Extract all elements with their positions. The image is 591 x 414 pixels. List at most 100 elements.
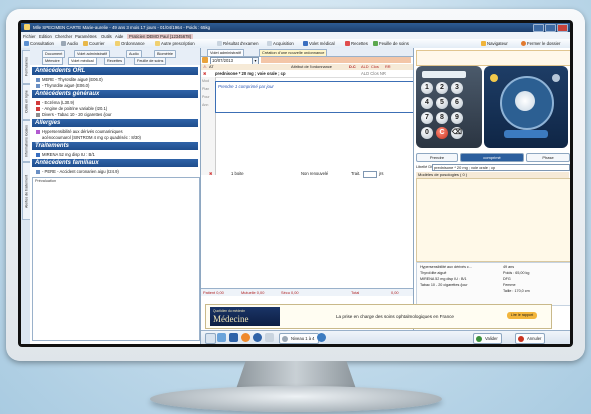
key-6[interactable]: 6 xyxy=(451,97,463,109)
list-item[interactable]: - Angine de poitrine variable (I20.1) xyxy=(36,106,107,111)
menu-aide[interactable]: Aide xyxy=(115,34,123,39)
key-8[interactable]: 8 xyxy=(436,112,448,124)
banner-logo: Quotidien du médecin Médecine xyxy=(210,307,280,326)
left-tab-strip: Document Volet administratif Audio Biomé… xyxy=(30,48,200,65)
tab-nouvelle-ordonnance[interactable]: Création d'une nouvelle ordonnance xyxy=(259,49,328,57)
key-clear[interactable]: C xyxy=(436,127,448,139)
autre-prescription-button[interactable]: Autre prescription xyxy=(155,41,195,46)
audio-button[interactable]: Audio xyxy=(61,41,78,46)
key-9[interactable]: 9 xyxy=(451,112,463,124)
section-antecedents-orl[interactable]: Antécédents ORL xyxy=(32,67,198,75)
list-item[interactable]: MERE - Thyroïdite aiguë (E06.0) xyxy=(36,77,103,82)
menu-outils[interactable]: Outils xyxy=(101,34,112,39)
delete-icon[interactable]: ✖ xyxy=(203,70,207,77)
info-icon[interactable] xyxy=(253,333,262,342)
minimize-button[interactable] xyxy=(533,24,544,32)
section-antecedents-generaux[interactable]: Antécédents généraux xyxy=(32,90,198,98)
save-icon[interactable] xyxy=(229,333,238,342)
quantity-value[interactable]: 1 boite xyxy=(231,170,244,178)
key-0[interactable]: 0 xyxy=(421,127,433,139)
tab-volet-administratif-center[interactable]: Volet administratif xyxy=(207,49,244,57)
level-button[interactable]: Niveau 1 à 4 xyxy=(279,333,319,344)
key-1[interactable]: 1 xyxy=(421,82,433,94)
results-icon xyxy=(217,41,222,46)
total-value: 0,00 xyxy=(391,290,399,295)
alert-item[interactable]: Tabac 10 - 20 cigarettes /jour xyxy=(420,283,468,287)
list-item[interactable]: Hypersensibilité aux dérivés coumariniqu… xyxy=(36,129,123,134)
globe-icon[interactable] xyxy=(317,333,326,342)
list-item[interactable]: Divers - Tabac 10 - 20 cigarettes /jour xyxy=(36,112,112,117)
phase-button[interactable]: Phase xyxy=(526,153,570,162)
logo-title: Médecine xyxy=(213,314,249,324)
feuille-soins-button[interactable]: Feuille de soins xyxy=(373,41,409,46)
validate-button[interactable]: Valider xyxy=(473,333,502,344)
acquisition-button[interactable]: Acquisition xyxy=(267,41,294,46)
menu-edition[interactable]: Edition xyxy=(39,34,52,39)
menu-parametres[interactable]: Paramètres xyxy=(75,34,97,39)
tab-feuille-soins[interactable]: Feuille de soins xyxy=(134,57,167,65)
notes-box[interactable] xyxy=(416,50,570,66)
help-icon[interactable] xyxy=(241,333,250,342)
sun-icon[interactable] xyxy=(490,74,498,82)
cross-icon xyxy=(36,100,40,105)
resultat-examen-button[interactable]: Résultat d'examen xyxy=(217,41,258,46)
key-3[interactable]: 3 xyxy=(451,82,463,94)
list-item[interactable]: - Eczéma (L30.9) xyxy=(36,100,74,105)
scan-icon[interactable] xyxy=(265,333,274,342)
posology-wheel[interactable] xyxy=(484,66,568,148)
recettes-button[interactable]: Recettes xyxy=(345,41,368,46)
key-7[interactable]: 7 xyxy=(421,112,433,124)
section-antecedents-familiaux[interactable]: Antécédents familiaux xyxy=(32,159,198,167)
moon-icon[interactable] xyxy=(552,74,560,82)
section-allergies[interactable]: Allergies xyxy=(32,119,198,127)
close-file-button[interactable]: Fermer le dossier xyxy=(521,41,560,46)
volet-medical-button[interactable]: Volet médical xyxy=(303,41,335,46)
treatment-days-input[interactable] xyxy=(363,171,377,178)
list-item[interactable]: - PERE - Accident coronarien aigu (I24.9… xyxy=(36,169,119,174)
cancel-button[interactable]: Annuler xyxy=(515,333,546,344)
level-icon xyxy=(282,335,288,342)
read-report-button[interactable]: Lire le rapport xyxy=(507,312,537,319)
maximize-button[interactable] xyxy=(545,24,556,32)
remove-line-icon[interactable]: ✖ xyxy=(209,170,213,178)
tab-volet-medical[interactable]: Volet médical xyxy=(68,57,97,65)
alert-item[interactable]: Hypersensibilité aux dérivés c... xyxy=(420,265,472,269)
allergy-icon xyxy=(36,129,40,134)
search-icon[interactable] xyxy=(217,333,226,342)
calendar-icon[interactable] xyxy=(202,57,208,63)
menu-chercher[interactable]: Chercher xyxy=(55,34,72,39)
praticien-badge[interactable]: Praticien DEMO Paul (12345678) xyxy=(127,33,194,39)
alert-item[interactable]: MIRENA 52 mg disp IU : B/1 xyxy=(420,277,467,281)
consultation-button[interactable]: Consultation xyxy=(24,41,54,46)
model-list[interactable] xyxy=(416,178,570,262)
libelle-field[interactable]: prednisone * 20 mg ; voie orale ; cp xyxy=(432,164,570,171)
prendre-button[interactable]: Prendre xyxy=(416,153,458,162)
section-traitements[interactable]: Traitements xyxy=(32,142,198,150)
logo-subtitle: Quotidien du médecin xyxy=(213,309,246,313)
renewal-value[interactable]: Non renouvelé xyxy=(301,170,328,178)
list-item[interactable]: MIRENA 52 mg disp IU : B/1 xyxy=(36,152,95,157)
key-4[interactable]: 4 xyxy=(421,97,433,109)
wheel-nav-bar[interactable] xyxy=(504,130,548,138)
close-window-button[interactable] xyxy=(557,24,568,32)
courrier-button[interactable]: Courrier xyxy=(83,41,105,46)
key-5[interactable]: 5 xyxy=(436,97,448,109)
prevaluation-box[interactable]: Prévaluation xyxy=(32,177,200,341)
tab-recettes[interactable]: Recettes xyxy=(104,57,125,65)
wheel-center[interactable] xyxy=(515,91,535,111)
key-2[interactable]: 2 xyxy=(436,82,448,94)
tab-memoire[interactable]: Mémoire xyxy=(42,57,63,65)
comprime-button[interactable]: comprimé xyxy=(460,153,524,162)
key-backspace[interactable]: ⌫ xyxy=(451,127,463,139)
posology-field[interactable]: Prendre 1 comprimé par jour xyxy=(215,81,414,113)
alert-item[interactable]: Thyroïdite aiguë xyxy=(420,271,446,275)
list-item[interactable]: - Thyroïdite aiguë (E06.0) xyxy=(36,83,89,88)
menu-fichier[interactable]: Fichier xyxy=(23,34,36,39)
navigator-button[interactable]: Navigateur xyxy=(481,41,508,46)
ordonnance-button[interactable]: Ordonnance xyxy=(115,41,145,46)
prescription-row[interactable]: ✖ prednisone * 20 mg ; voie orale ; cp A… xyxy=(201,70,413,78)
patient-summary-panel: Document Volet administratif Audio Biomé… xyxy=(30,48,201,344)
print-icon[interactable] xyxy=(205,333,216,344)
ad-banner[interactable]: Quotidien du médecin Médecine La prise e… xyxy=(205,304,552,329)
total-label: Total xyxy=(351,290,360,295)
